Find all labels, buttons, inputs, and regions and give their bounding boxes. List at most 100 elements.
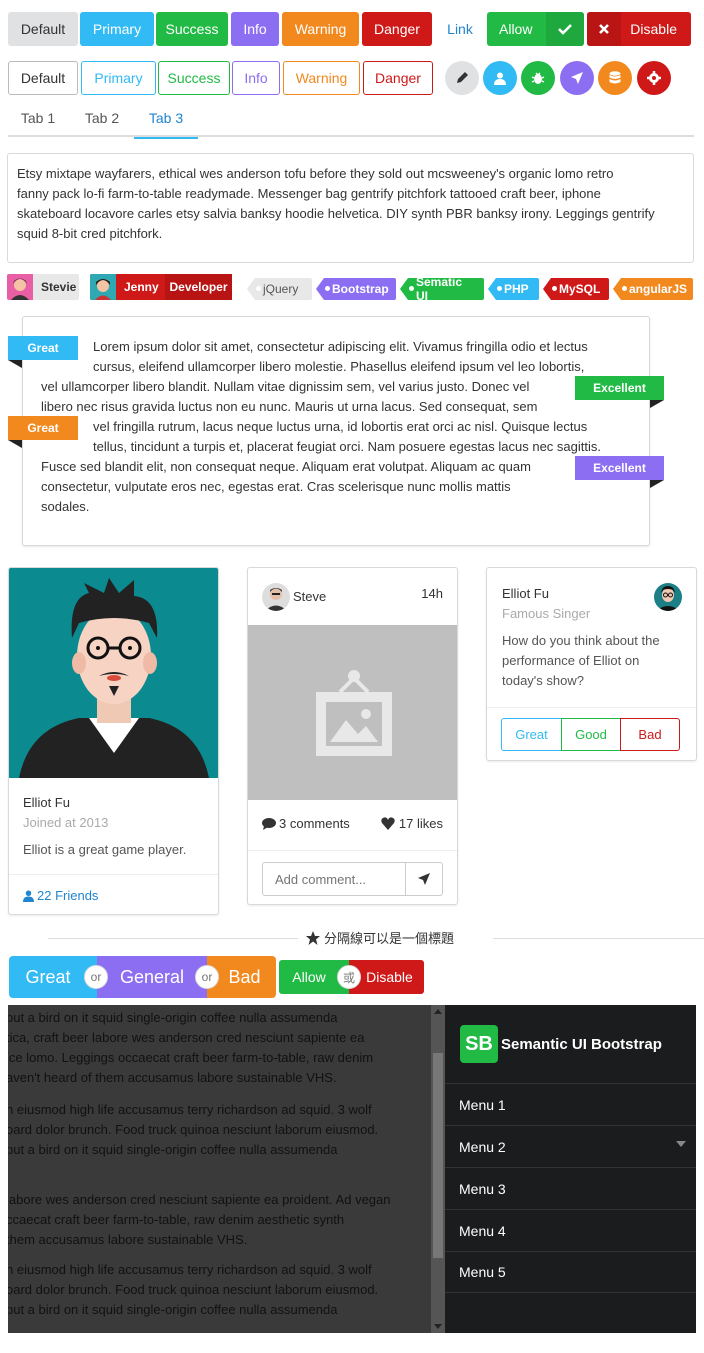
divider-title: 分隔線可以是一個標題 (306, 928, 454, 947)
sidebar-item-menu-5[interactable]: Menu 5 (445, 1251, 696, 1293)
success-button[interactable]: Success (156, 12, 228, 46)
scroll-down-icon[interactable] (434, 1324, 442, 1329)
bad-answer-button[interactable]: Bad (620, 718, 680, 751)
profile-extra[interactable]: 22 Friends (9, 874, 218, 914)
panel-line: skateboard locavore carles etsy salvia b… (17, 206, 655, 221)
content-line: aven't heard of them accusamus labore su… (8, 1070, 337, 1085)
or-divider: or (84, 965, 108, 989)
tag-jquery[interactable]: jQuery (247, 278, 312, 300)
question-meta: Famous Singer (502, 606, 591, 621)
default-basic-button[interactable]: Default (8, 61, 78, 95)
likes-link[interactable]: 17 likes (381, 816, 443, 831)
quote-line: Lorem ipsum dolor sit amet, consectetur … (93, 339, 588, 354)
comment-input[interactable] (262, 862, 407, 896)
great-ribbon-1: Great (8, 336, 78, 360)
profile-name[interactable]: Elliot Fu (23, 795, 70, 810)
info-basic-button[interactable]: Info (232, 61, 280, 95)
panel-line: fanny pack lo-fi farm-to-table readymade… (17, 186, 601, 201)
sidebar-header[interactable]: SB Semantic UI Bootstrap (445, 1005, 696, 1083)
database-icon[interactable] (598, 61, 632, 95)
answer-buttons: Great Good Bad (487, 707, 696, 761)
tag-php[interactable]: PHP (488, 278, 539, 300)
sidebar-item-menu-1[interactable]: Menu 1 (445, 1083, 696, 1125)
pencil-icon[interactable] (445, 61, 479, 95)
sidebar-logo: SB (460, 1025, 498, 1063)
content-line: tica, craft beer labore wes anderson cre… (8, 1030, 365, 1045)
scroll-up-icon[interactable] (434, 1009, 442, 1014)
plane-icon[interactable] (560, 61, 594, 95)
great-answer-button[interactable]: Great (501, 718, 562, 751)
likes-count: 17 likes (398, 816, 443, 831)
send-button[interactable] (405, 862, 443, 896)
divider-text: 分隔線可以是一個標題 (324, 931, 455, 946)
allow-label: Allow (499, 21, 533, 37)
stevie-name: Stevie (41, 280, 77, 294)
tab-panel: Etsy mixtape wayfarers, ethical wes ande… (7, 153, 694, 263)
dropdown-icon (676, 1141, 686, 1147)
ribbon-fold (8, 360, 22, 368)
sidebar-item-menu-4[interactable]: Menu 4 (445, 1209, 696, 1251)
tab-3[interactable]: Tab 3 (134, 99, 198, 139)
question-text: How do you think about the performance o… (502, 631, 660, 691)
scrollbar[interactable] (431, 1005, 445, 1333)
question-name[interactable]: Elliot Fu (502, 586, 549, 601)
tag-mysql[interactable]: MySQL (543, 278, 609, 300)
tab-bar: Tab 1 Tab 2 Tab 3 (8, 99, 694, 139)
default-button[interactable]: Default (8, 12, 78, 46)
content-line: n eiusmod high life accusamus terry rich… (8, 1102, 372, 1117)
danger-basic-button[interactable]: Danger (363, 61, 433, 95)
star-icon (306, 930, 320, 945)
disable-button[interactable]: Disable (587, 12, 691, 46)
gear-icon[interactable] (637, 61, 671, 95)
ribbon-fold (8, 440, 22, 448)
sidebar-title: Semantic UI Bootstrap (501, 1035, 662, 1053)
content-line: labore wes anderson cred nesciunt sapien… (8, 1192, 391, 1207)
quote-line: vel fringilla rutrum, lacus neque luctus… (93, 419, 588, 434)
good-answer-button[interactable]: Good (561, 718, 621, 751)
tag-semantic-ui[interactable]: Sematic UI (400, 278, 484, 300)
primary-button[interactable]: Primary (80, 12, 154, 46)
tab-2[interactable]: Tab 2 (72, 99, 132, 137)
quote-line: cursus, eleifend ullamcorper libero mole… (93, 359, 585, 374)
question-line: How do you think about the (502, 633, 660, 648)
comments-link[interactable]: 3 comments (262, 816, 350, 831)
disable-label: Disable (630, 21, 677, 37)
tab-1[interactable]: Tab 1 (8, 99, 68, 137)
content-line: n eiusmod high life accusamus terry rich… (8, 1262, 372, 1277)
post-author[interactable]: Steve (293, 589, 326, 604)
tag-angularjs[interactable]: angularJS (613, 278, 693, 300)
panel-line: Etsy mixtape wayfarers, ethical wes ande… (17, 166, 614, 181)
profile-image (9, 568, 218, 778)
content-line: ice lomo. Leggings occaecat craft beer f… (8, 1050, 374, 1065)
primary-basic-button[interactable]: Primary (81, 61, 156, 95)
danger-button[interactable]: Danger (362, 12, 432, 46)
bug-icon[interactable] (521, 61, 555, 95)
panel-line: squid 8-bit cred pitchfork. (17, 226, 163, 241)
tag-bootstrap[interactable]: Bootstrap (316, 278, 396, 300)
or-divider: or (195, 965, 219, 989)
sidebar-item-menu-2[interactable]: Menu 2 (445, 1125, 696, 1167)
general-big-button[interactable]: General (97, 956, 207, 998)
warning-button[interactable]: Warning (282, 12, 359, 46)
avatar (7, 274, 33, 300)
image-icon (315, 669, 392, 756)
sidebar-menu: SB Semantic UI Bootstrap Menu 1 Menu 2 M… (445, 1005, 696, 1333)
info-button[interactable]: Info (231, 12, 279, 46)
warning-basic-button[interactable]: Warning (283, 61, 360, 95)
user-icon[interactable] (483, 61, 517, 95)
link-button[interactable]: Link (438, 12, 482, 46)
sidebar-item-menu-3[interactable]: Menu 3 (445, 1167, 696, 1209)
success-basic-button[interactable]: Success (158, 61, 230, 95)
friends-count: 22 Friends (37, 888, 99, 903)
quote-line: consectetur, vulputate eros nec, egestas… (41, 479, 511, 494)
times-icon (587, 12, 621, 46)
jenny-detail: Developer (165, 274, 232, 300)
allow-button[interactable]: Allow (487, 12, 584, 46)
scrollbar-thumb[interactable] (433, 1053, 443, 1258)
comment-icon (262, 817, 276, 830)
question-card: Elliot Fu Famous Singer How do you think… (486, 567, 697, 761)
profile-card[interactable]: Elliot Fu Joined at 2013 Elliot is a gre… (8, 567, 219, 915)
content-line: put a bird on it squid single-origin cof… (8, 1302, 338, 1317)
user-icon (23, 890, 34, 902)
stevie-label: Stevie (7, 274, 79, 300)
